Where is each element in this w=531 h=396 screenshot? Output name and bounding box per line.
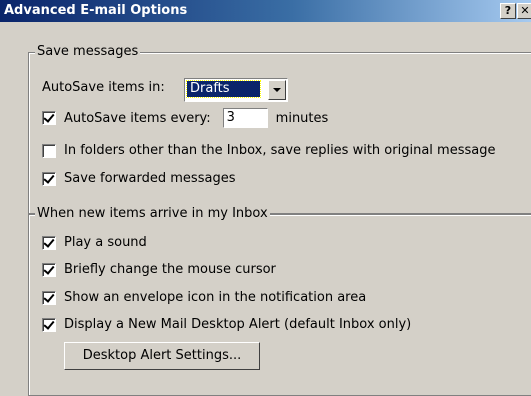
autosave-every-label: AutoSave items every: xyxy=(64,110,211,126)
change-cursor-label: Briefly change the mouse cursor xyxy=(64,262,276,277)
other-folders-label: In folders other than the Inbox, save re… xyxy=(64,143,496,158)
close-button[interactable]: ✕ xyxy=(517,3,531,19)
window-title: Advanced E-mail Options xyxy=(4,3,188,18)
play-sound-label: Play a sound xyxy=(64,235,147,250)
change-cursor-checkbox[interactable] xyxy=(42,262,56,277)
desktop-alert-checkbox[interactable] xyxy=(42,317,56,332)
other-folders-checkbox[interactable] xyxy=(42,143,56,158)
autosave-in-row: AutoSave items in: xyxy=(42,80,165,95)
play-sound-checkbox[interactable] xyxy=(42,235,56,250)
help-button[interactable]: ? xyxy=(500,3,516,19)
new-items-label: When new items arrive in my Inbox xyxy=(35,206,270,221)
envelope-icon-row: Show an envelope icon in the notificatio… xyxy=(42,290,366,305)
play-sound-row: Play a sound xyxy=(42,235,147,250)
save-forwarded-checkbox[interactable] xyxy=(42,171,56,186)
save-messages-group: Save messages xyxy=(28,44,531,214)
envelope-icon-label: Show an envelope icon in the notificatio… xyxy=(64,290,367,305)
title-bar: Advanced E-mail Options ? ✕ xyxy=(0,0,531,22)
autosave-every-row: AutoSave items every: 3 minutes xyxy=(42,108,328,128)
minutes-label: minutes xyxy=(275,110,329,126)
chevron-down-icon[interactable] xyxy=(268,80,286,100)
desktop-alert-settings-button[interactable]: Desktop Alert Settings... xyxy=(64,342,260,370)
autosave-every-checkbox[interactable] xyxy=(42,111,56,125)
autosave-folder-value: Drafts xyxy=(186,80,261,98)
desktop-alert-row: Display a New Mail Desktop Alert (defaul… xyxy=(42,317,411,332)
envelope-icon-checkbox[interactable] xyxy=(42,290,56,305)
save-forwarded-row: Save forwarded messages xyxy=(42,171,235,186)
save-forwarded-label: Save forwarded messages xyxy=(64,171,236,186)
autosave-minutes-input[interactable]: 3 xyxy=(222,108,268,128)
save-messages-label: Save messages xyxy=(35,44,141,59)
desktop-alert-label: Display a New Mail Desktop Alert (defaul… xyxy=(64,317,412,332)
autosave-in-label: AutoSave items in: xyxy=(42,80,165,95)
other-folders-row: In folders other than the Inbox, save re… xyxy=(42,143,495,158)
autosave-folder-dropdown[interactable]: Drafts xyxy=(184,78,288,102)
change-cursor-row: Briefly change the mouse cursor xyxy=(42,262,276,277)
